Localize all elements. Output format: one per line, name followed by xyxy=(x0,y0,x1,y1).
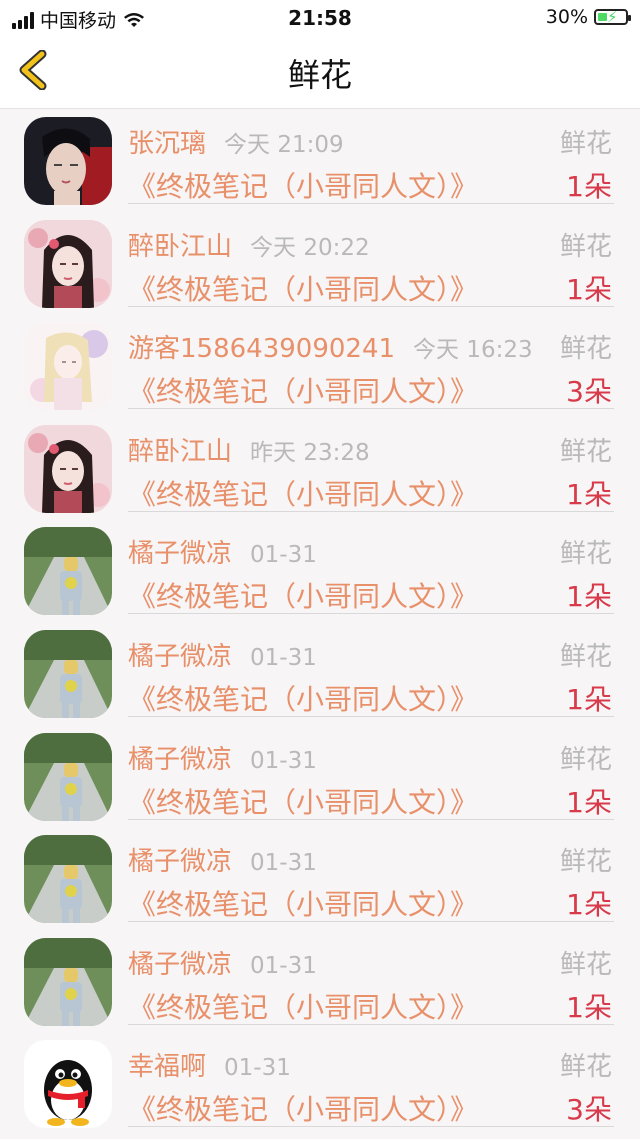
list-item[interactable]: 幸福啊 01-31 鲜花《终极笔记（小哥同人文）》 3朵 xyxy=(0,1032,640,1135)
divider xyxy=(128,305,614,307)
timestamp: 今天 16:23 xyxy=(413,337,533,364)
book-title[interactable]: 《终极笔记（小哥同人文）》 xyxy=(128,678,478,718)
avatar[interactable] xyxy=(24,322,112,411)
sender-name[interactable]: 醉卧江山 xyxy=(128,437,232,467)
list-item[interactable]: 张沉璃 今天 21:09 鲜花《终极笔记（小哥同人文）》 1朵 xyxy=(0,109,640,212)
divider xyxy=(128,510,614,512)
divider xyxy=(128,1023,614,1025)
avatar[interactable] xyxy=(24,937,112,1026)
book-title[interactable]: 《终极笔记（小哥同人文）》 xyxy=(128,370,478,410)
gift-count: 1朵 xyxy=(566,272,612,306)
book-title[interactable]: 《终极笔记（小哥同人文）》 xyxy=(128,883,478,923)
divider xyxy=(128,203,614,204)
nav-bar: 鲜花 xyxy=(0,34,640,109)
timestamp: 今天 20:22 xyxy=(250,234,370,261)
sender-name[interactable]: 橘子微凉 xyxy=(128,642,232,672)
sender-name[interactable]: 橘子微凉 xyxy=(128,745,232,775)
timestamp: 01-31 xyxy=(250,747,317,774)
gift-type: 鲜花 xyxy=(559,949,612,980)
gift-count: 1朵 xyxy=(566,170,612,203)
sender-name[interactable]: 游客1586439090241 xyxy=(128,334,395,364)
avatar[interactable] xyxy=(24,424,112,513)
status-bar: 中国移动 21:58 30% ⚡ xyxy=(0,0,640,34)
avatar[interactable] xyxy=(24,1040,112,1129)
timestamp: 01-31 xyxy=(250,952,317,979)
gift-type: 鲜花 xyxy=(559,334,612,365)
divider xyxy=(128,715,614,717)
gift-count: 3朵 xyxy=(566,375,612,409)
list-item[interactable]: 橘子微凉 01-31 鲜花《终极笔记（小哥同人文）》 1朵 xyxy=(0,930,640,1033)
gift-type: 鲜花 xyxy=(559,129,612,159)
gift-count: 1朵 xyxy=(566,580,612,614)
timestamp: 昨天 23:28 xyxy=(250,439,370,466)
gift-type: 鲜花 xyxy=(559,744,612,775)
divider xyxy=(128,818,614,820)
sender-name[interactable]: 幸福啊 xyxy=(128,1052,206,1082)
battery-icon: ⚡ xyxy=(594,8,631,26)
book-title[interactable]: 《终极笔记（小哥同人文）》 xyxy=(128,473,478,513)
sender-name[interactable]: 橘子微凉 xyxy=(128,950,232,980)
list-item[interactable]: 橘子微凉 01-31 鲜花《终极笔记（小哥同人文）》 1朵 xyxy=(0,725,640,828)
list-item[interactable]: 游客1586439090241 今天 16:23 鲜花《终极笔记（小哥同人文）》 3朵 xyxy=(0,314,640,417)
sender-name[interactable]: 橘子微凉 xyxy=(128,847,232,877)
avatar[interactable] xyxy=(24,527,112,616)
status-right: 30% ⚡ xyxy=(545,6,631,28)
divider xyxy=(128,921,614,923)
page-title: 鲜花 xyxy=(287,56,352,94)
gift-count: 1朵 xyxy=(566,477,612,511)
gift-type: 鲜花 xyxy=(559,847,612,878)
avatar[interactable] xyxy=(24,629,112,718)
avatar[interactable] xyxy=(24,835,112,924)
clock: 21:58 xyxy=(288,6,352,30)
list-item[interactable]: 橘子微凉 01-31 鲜花《终极笔记（小哥同人文）》 1朵 xyxy=(0,519,640,622)
gift-count: 3朵 xyxy=(566,1093,612,1127)
gift-type: 鲜花 xyxy=(559,436,612,467)
book-title[interactable]: 《终极笔记（小哥同人文）》 xyxy=(128,781,478,821)
gift-type: 鲜花 xyxy=(559,539,612,570)
book-title[interactable]: 《终极笔记（小哥同人文）》 xyxy=(128,268,478,308)
timestamp: 01-31 xyxy=(250,644,317,671)
book-title[interactable]: 《终极笔记（小哥同人文）》 xyxy=(128,165,478,205)
gift-count: 1朵 xyxy=(566,888,612,922)
book-title[interactable]: 《终极笔记（小哥同人文）》 xyxy=(128,575,478,615)
list-item[interactable]: 橘子微凉 01-31 鲜花《终极笔记（小哥同人文）》 1朵 xyxy=(0,827,640,930)
avatar[interactable] xyxy=(24,219,112,308)
divider xyxy=(128,1126,614,1128)
gift-type: 鲜花 xyxy=(559,231,612,262)
gift-type: 鲜花 xyxy=(559,1052,612,1083)
book-title[interactable]: 《终极笔记（小哥同人文）》 xyxy=(128,1088,478,1128)
sender-name[interactable]: 张沉璃 xyxy=(128,129,206,159)
gift-count: 1朵 xyxy=(566,682,612,716)
gift-count: 1朵 xyxy=(566,990,612,1024)
gift-list: 张沉璃 今天 21:09 鲜花 《终极笔记（小哥同人文）》 1朵 醉卧江山 今天 20:22… xyxy=(0,109,640,1135)
list-item[interactable]: 醉卧江山 昨天 23:28 鲜花《终极笔记（小哥同人文）》 1朵 xyxy=(0,417,640,520)
timestamp: 01-31 xyxy=(224,1055,291,1082)
gift-type: 鲜花 xyxy=(559,641,612,672)
book-title[interactable]: 《终极笔记（小哥同人文）》 xyxy=(128,986,478,1026)
avatar[interactable] xyxy=(24,732,112,821)
timestamp: 今天 21:09 xyxy=(224,132,344,158)
divider xyxy=(128,613,614,615)
divider xyxy=(128,408,614,410)
timestamp: 01-31 xyxy=(250,850,317,877)
gift-count: 1朵 xyxy=(566,785,612,819)
list-item[interactable]: 橘子微凉 01-31 鲜花《终极笔记（小哥同人文）》 1朵 xyxy=(0,622,640,725)
timestamp: 01-31 xyxy=(250,542,317,569)
sender-name[interactable]: 醉卧江山 xyxy=(128,232,232,262)
sender-name[interactable]: 橘子微凉 xyxy=(128,539,232,569)
list-item[interactable]: 醉卧江山 今天 20:22 鲜花《终极笔记（小哥同人文）》 1朵 xyxy=(0,212,640,315)
avatar[interactable] xyxy=(24,117,112,205)
battery-percent: 30% xyxy=(545,6,588,28)
